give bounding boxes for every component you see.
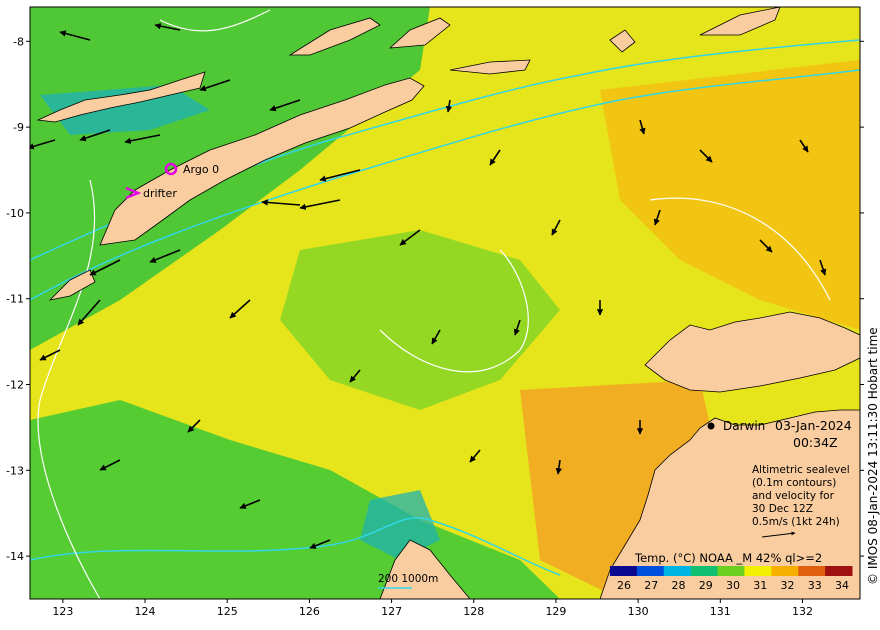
colorbar-tick-label: 31 xyxy=(753,579,767,592)
x-tick-label: 129 xyxy=(545,605,566,618)
colorbar-swatch xyxy=(663,566,692,576)
colorbar-swatch xyxy=(825,566,853,576)
colorbar-tick-label: 34 xyxy=(835,579,849,592)
colorbar-swatch xyxy=(771,566,799,576)
colorbar-tick-label: 29 xyxy=(699,579,713,592)
argo-label: Argo 0 xyxy=(183,163,219,176)
colorbar-swatch xyxy=(690,566,719,576)
info-line-3: and velocity for xyxy=(752,490,835,502)
x-tick-label: 131 xyxy=(710,605,731,618)
y-tick-label: -9 xyxy=(13,121,24,134)
y-tick-label: -14 xyxy=(6,550,24,563)
plot-area: Argo 0 drifter Darwin 03-Jan-2024 00:34Z… xyxy=(30,7,860,599)
x-tick-label: 127 xyxy=(381,605,402,618)
x-axis-ticks: 123 124 125 126 127 128 129 130 131 132 xyxy=(52,599,813,618)
info-line-2: (0.1m contours) xyxy=(752,477,836,489)
colorbar-swatch xyxy=(744,566,772,576)
colorbar-swatch xyxy=(610,566,638,576)
colorbar-tick-label: 32 xyxy=(781,579,795,592)
colorbar-tick-label: 30 xyxy=(726,579,740,592)
info-line-4: 30 Dec 12Z xyxy=(752,503,813,515)
x-tick-label: 124 xyxy=(135,605,156,618)
y-tick-label: -12 xyxy=(6,379,24,392)
x-tick-label: 125 xyxy=(217,605,238,618)
drifter-label: drifter xyxy=(143,187,177,200)
colorbar-tick-label: 27 xyxy=(644,579,658,592)
darwin-label: Darwin xyxy=(723,419,765,433)
x-tick-label: 123 xyxy=(52,605,73,618)
x-tick-label: 128 xyxy=(463,605,484,618)
colorbar-ticks: 26 27 28 29 30 31 32 33 34 xyxy=(617,579,849,592)
credit-label: © IMOS 08-Jan-2024 13:11:30 Hobart time xyxy=(866,327,880,585)
info-line-5: 0.5m/s (1kt 24h) xyxy=(752,516,840,528)
colorbar-swatch xyxy=(798,566,826,576)
colorbar-swatch xyxy=(636,566,665,576)
x-tick-label: 126 xyxy=(299,605,320,618)
date-label: 03-Jan-2024 xyxy=(775,418,852,433)
x-tick-label: 132 xyxy=(792,605,813,618)
colorbar-tick-label: 26 xyxy=(617,579,631,592)
colorbar-tick-label: 33 xyxy=(808,579,822,592)
info-line-1: Altimetric sealevel xyxy=(752,464,850,476)
time-label: 00:34Z xyxy=(793,435,838,450)
y-tick-label: -10 xyxy=(6,207,24,220)
y-tick-label: -13 xyxy=(6,464,24,477)
darwin-marker xyxy=(707,422,715,430)
x-tick-label: 130 xyxy=(628,605,649,618)
depth-legend: 200 1000m xyxy=(378,573,438,585)
colorbar-title: Temp. (°C) NOAA _M 42% ql>=2 xyxy=(634,551,822,565)
sst-map: Argo 0 drifter Darwin 03-Jan-2024 00:34Z… xyxy=(6,6,880,618)
colorbar-swatch xyxy=(717,566,745,576)
colorbar-tick-label: 28 xyxy=(672,579,686,592)
colorbar: Temp. (°C) NOAA _M 42% ql>=2 26 27 28 29 30 3… xyxy=(610,551,853,592)
y-tick-label: -11 xyxy=(6,293,24,306)
y-tick-label: -8 xyxy=(13,35,24,48)
colorbar-swatches xyxy=(610,566,853,576)
